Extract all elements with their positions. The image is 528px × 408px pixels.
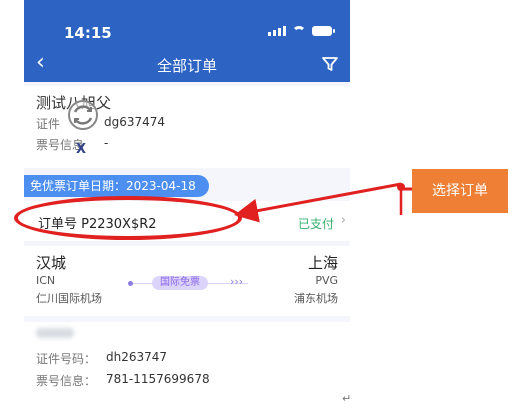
- callout-box: 选择订单: [412, 169, 508, 213]
- paragraph-mark: ↵: [342, 392, 352, 405]
